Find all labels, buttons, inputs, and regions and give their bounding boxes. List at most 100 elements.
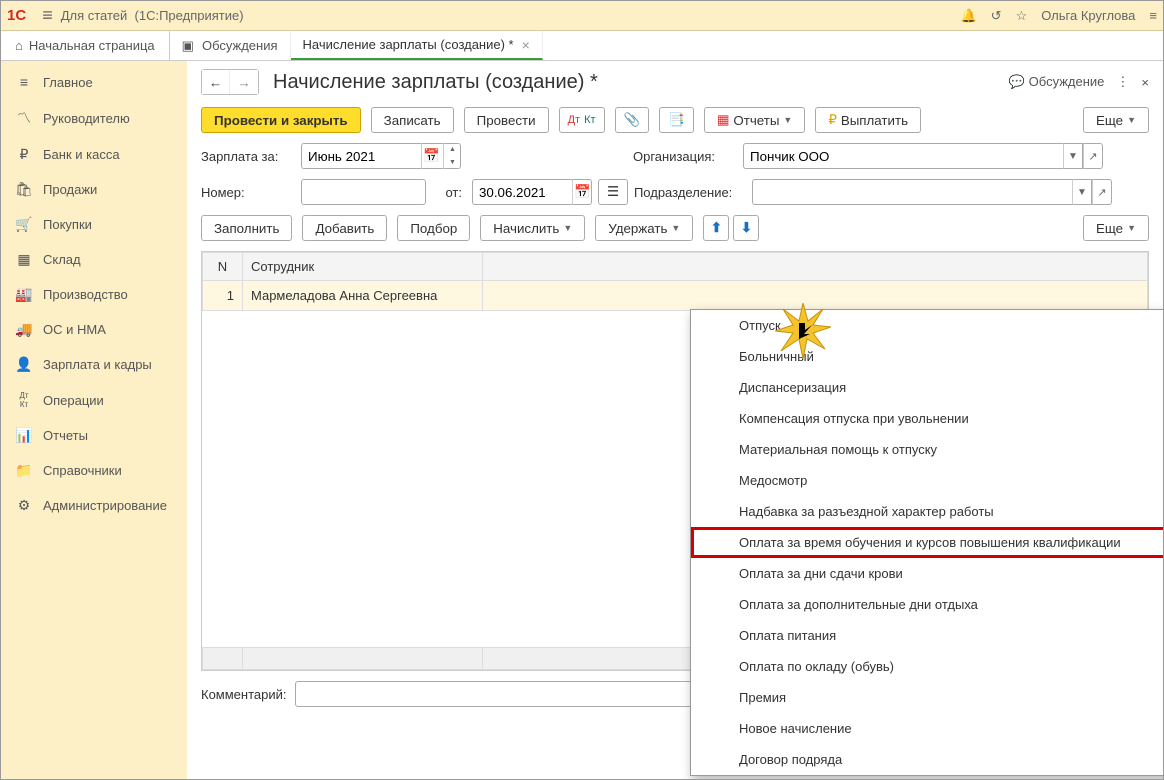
- dept-open-icon[interactable]: ↗: [1092, 179, 1112, 205]
- gear-icon: ⚙: [15, 497, 33, 514]
- pay-button[interactable]: ₽ Выплатить: [815, 107, 921, 133]
- reports-button[interactable]: ▦ Отчеты ▼: [704, 107, 806, 133]
- accrue-dropdown: ОтпускБольничныйДиспансеризацияКомпенсац…: [690, 309, 1163, 776]
- sidebar-item-warehouse[interactable]: ▦Склад: [1, 242, 187, 277]
- history-icon[interactable]: ↺: [991, 8, 1002, 24]
- tab-active[interactable]: Начисление зарплаты (создание) * ×: [291, 31, 543, 60]
- dropdown-item[interactable]: Оплата по окладу (обувь): [691, 651, 1163, 682]
- save-button[interactable]: Записать: [371, 107, 454, 133]
- show-button[interactable]: ☰: [598, 179, 628, 205]
- sidebar-item-salary[interactable]: 👤Зарплата и кадры: [1, 347, 187, 382]
- dropdown-item[interactable]: Премия: [691, 682, 1163, 713]
- col-extra[interactable]: [483, 253, 1148, 281]
- calendar-icon[interactable]: 📅: [421, 143, 441, 169]
- bell-icon[interactable]: 🔔: [960, 8, 976, 24]
- comment-label: Комментарий:: [201, 687, 287, 702]
- add-button[interactable]: Добавить: [302, 215, 387, 241]
- col-employee[interactable]: Сотрудник: [243, 253, 483, 281]
- org-dropdown-icon[interactable]: ▼: [1063, 143, 1083, 169]
- sidebar-item-sales[interactable]: 🛍Продажи: [1, 172, 187, 207]
- user-menu-icon[interactable]: ≡: [1149, 8, 1157, 23]
- dropdown-item[interactable]: Диспансеризация: [691, 372, 1163, 403]
- home-tab[interactable]: ⌂ Начальная страница: [1, 31, 169, 60]
- move-down-button[interactable]: ⬇: [733, 215, 759, 241]
- tab-active-label: Начисление зарплаты (создание) *: [303, 37, 514, 52]
- hamburger-icon[interactable]: ≡: [42, 5, 53, 26]
- sidebar-item-manager[interactable]: 〽Руководителю: [1, 99, 187, 137]
- sidebar-item-reports[interactable]: 📊Отчеты: [1, 418, 187, 453]
- close-page-icon[interactable]: ×: [1141, 75, 1149, 90]
- org-input[interactable]: [743, 143, 1063, 169]
- dropdown-item[interactable]: Оплата за дополнительные дни отдыха: [691, 589, 1163, 620]
- dropdown-item[interactable]: Материальная помощь к отпуску: [691, 434, 1163, 465]
- manager-icon: 〽: [15, 108, 33, 128]
- platform-title: (1С:Предприятие): [135, 8, 244, 23]
- salary-for-label: Зарплата за:: [201, 149, 291, 164]
- folder-icon: 📁: [15, 462, 33, 479]
- tabbar: ⌂ Начальная страница ▣ Обсуждения Начисл…: [1, 31, 1163, 61]
- grid-icon: ▦: [15, 251, 33, 268]
- post-button[interactable]: Провести: [464, 107, 549, 133]
- table-more-button[interactable]: Еще ▼: [1083, 215, 1149, 241]
- more-button[interactable]: Еще ▼: [1083, 107, 1149, 133]
- nav-history: ← →: [201, 69, 259, 95]
- number-input[interactable]: [301, 179, 426, 205]
- home-tab-label: Начальная страница: [29, 38, 155, 53]
- dtkt-icon: ДтКт: [15, 391, 33, 409]
- content: ← → Начисление зарплаты (создание) * 💬 О…: [187, 61, 1163, 779]
- dropdown-item[interactable]: Новое начисление: [691, 713, 1163, 744]
- dropdown-item[interactable]: Надбавка за разъездной характер работы: [691, 496, 1163, 527]
- dropdown-item[interactable]: Отпуск: [691, 310, 1163, 341]
- withhold-button[interactable]: Удержать ▼: [595, 215, 693, 241]
- col-n[interactable]: N: [203, 253, 243, 281]
- sidebar-item-catalogs[interactable]: 📁Справочники: [1, 453, 187, 488]
- table-row[interactable]: 1 Мармеладова Анна Сергеевна: [203, 281, 1148, 311]
- dropdown-item[interactable]: Больничный: [691, 341, 1163, 372]
- kebab-icon[interactable]: ⋮: [1116, 74, 1129, 90]
- close-icon[interactable]: ×: [522, 37, 530, 53]
- sidebar-item-purchases[interactable]: 🛒Покупки: [1, 207, 187, 242]
- tab-discussions[interactable]: ▣ Обсуждения: [170, 31, 291, 60]
- forward-button[interactable]: →: [230, 70, 258, 94]
- move-up-button[interactable]: ⬆: [703, 215, 729, 241]
- back-button[interactable]: ←: [202, 70, 230, 94]
- dropdown-item[interactable]: Оплата за дни сдачи крови: [691, 558, 1163, 589]
- sidebar-item-admin[interactable]: ⚙Администрирование: [1, 488, 187, 523]
- dtkt-button[interactable]: ДтКт: [559, 107, 605, 133]
- dropdown-item[interactable]: Договор подряда: [691, 744, 1163, 775]
- sidebar-item-production[interactable]: 🏭Производство: [1, 277, 187, 312]
- dropdown-item[interactable]: Медосмотр: [691, 465, 1163, 496]
- sidebar-item-operations[interactable]: ДтКтОперации: [1, 382, 187, 418]
- dropdown-item[interactable]: Компенсация отпуска при увольнении: [691, 403, 1163, 434]
- sidebar-item-assets[interactable]: 🚚ОС и НМА: [1, 312, 187, 347]
- user-name[interactable]: Ольга Круглова: [1041, 8, 1135, 23]
- number-label: Номер:: [201, 185, 291, 200]
- dropdown-item[interactable]: Оплата за время обучения и курсов повыше…: [691, 527, 1163, 558]
- sidebar-item-main[interactable]: ≡Главное: [1, 65, 187, 99]
- discussions-icon: ▣: [182, 38, 194, 54]
- dept-dropdown-icon[interactable]: ▼: [1072, 179, 1092, 205]
- pick-button[interactable]: Подбор: [397, 215, 470, 241]
- spin-up[interactable]: ▲: [444, 143, 461, 156]
- page-title: Начисление зарплаты (создание) *: [273, 71, 1009, 94]
- registers-button[interactable]: 📑: [659, 107, 694, 133]
- sales-icon: 🛍: [15, 181, 33, 198]
- spin-down[interactable]: ▼: [444, 156, 461, 169]
- main-icon: ≡: [15, 74, 33, 90]
- chart-icon: 📊: [15, 427, 33, 444]
- org-label: Организация:: [633, 149, 733, 164]
- org-open-icon[interactable]: ↗: [1083, 143, 1103, 169]
- date-calendar-icon[interactable]: 📅: [572, 179, 592, 205]
- discussion-button[interactable]: 💬 Обсуждение: [1009, 74, 1105, 90]
- sidebar: ≡Главное 〽Руководителю ₽Банк и касса 🛍Пр…: [1, 61, 187, 779]
- attach-button[interactable]: 📎: [615, 107, 650, 133]
- accrue-button[interactable]: Начислить ▼: [480, 215, 585, 241]
- star-icon[interactable]: ☆: [1016, 8, 1028, 24]
- fill-button[interactable]: Заполнить: [201, 215, 292, 241]
- home-icon: ⌂: [15, 38, 23, 53]
- dept-input[interactable]: [752, 179, 1072, 205]
- dropdown-item[interactable]: Оплата питания: [691, 620, 1163, 651]
- dept-label: Подразделение:: [634, 185, 742, 200]
- sidebar-item-bank[interactable]: ₽Банк и касса: [1, 137, 187, 172]
- post-close-button[interactable]: Провести и закрыть: [201, 107, 361, 133]
